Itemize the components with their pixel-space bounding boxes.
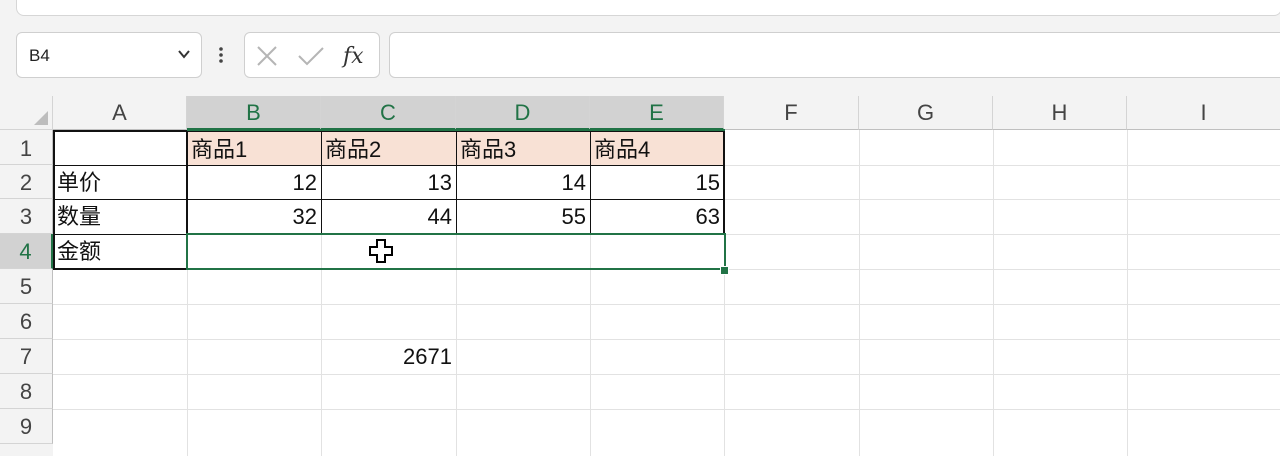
column-header-b[interactable]: B — [187, 96, 321, 130]
check-icon[interactable] — [297, 44, 325, 68]
cell-d3[interactable]: 55 — [456, 199, 590, 234]
range-top-edge — [187, 129, 725, 131]
row-header-9[interactable]: 9 — [0, 409, 53, 444]
cell-c2[interactable]: 13 — [321, 165, 456, 199]
select-all-corner[interactable] — [0, 96, 53, 130]
row-header-8[interactable]: 8 — [0, 374, 53, 409]
cancel-icon[interactable] — [255, 44, 279, 68]
cell-select-cursor-icon — [369, 239, 393, 263]
fill-handle[interactable] — [720, 266, 729, 275]
cell-c6[interactable]: 2671 — [321, 339, 456, 374]
cell-c1[interactable]: 商品2 — [321, 130, 456, 165]
column-header-c[interactable]: C — [321, 96, 456, 130]
row-header-5[interactable]: 5 — [0, 269, 53, 304]
column-header-g[interactable]: G — [859, 96, 993, 130]
column-header-h[interactable]: H — [993, 96, 1127, 130]
row-header-4[interactable]: 4 — [0, 234, 53, 269]
row-header-7[interactable]: 7 — [0, 339, 53, 374]
formula-buttons: fx — [244, 32, 380, 78]
column-header-d[interactable]: D — [456, 96, 590, 130]
cell-a4[interactable]: 金额 — [53, 234, 187, 269]
row-header-6[interactable]: 6 — [0, 304, 53, 339]
column-header-f[interactable]: F — [724, 96, 859, 130]
cell-d1[interactable]: 商品3 — [456, 130, 590, 165]
row-header-2[interactable]: 2 — [0, 165, 53, 199]
cell-e1[interactable]: 商品4 — [590, 130, 724, 165]
column-header-a[interactable]: A — [53, 96, 187, 130]
cell-d2[interactable]: 14 — [456, 165, 590, 199]
select-all-icon — [34, 111, 48, 125]
column-header-i[interactable]: I — [1127, 96, 1280, 130]
name-box-value: B4 — [29, 46, 50, 65]
selection-range[interactable] — [186, 233, 726, 270]
cell-b1[interactable]: 商品1 — [187, 130, 321, 165]
cell-e2[interactable]: 15 — [590, 165, 724, 199]
ribbon-strip — [16, 0, 1280, 16]
cell-b2[interactable]: 12 — [187, 165, 321, 199]
spreadsheet-grid: A B C D E F G H I 1 2 3 4 5 6 7 8 9 商品1 … — [0, 96, 1280, 456]
more-options-icon[interactable] — [218, 44, 224, 66]
cell-a3[interactable]: 数量 — [53, 199, 187, 234]
name-box[interactable]: B4 — [16, 32, 202, 78]
cell-e3[interactable]: 63 — [590, 199, 724, 234]
fx-icon[interactable]: fx — [341, 41, 371, 71]
svg-text:fx: fx — [341, 44, 364, 69]
row-header-1[interactable]: 1 — [0, 130, 53, 165]
cell-b3[interactable]: 32 — [187, 199, 321, 234]
cell-c3[interactable]: 44 — [321, 199, 456, 234]
formula-input[interactable] — [389, 32, 1280, 78]
cell-a2[interactable]: 单价 — [53, 165, 187, 199]
cell-area[interactable]: 商品1 商品2 商品3 商品4 单价 12 13 14 15 数量 32 44 … — [53, 129, 1280, 456]
column-header-e[interactable]: E — [590, 96, 724, 130]
row-header-3[interactable]: 3 — [0, 199, 53, 234]
chevron-down-icon[interactable] — [177, 47, 191, 61]
